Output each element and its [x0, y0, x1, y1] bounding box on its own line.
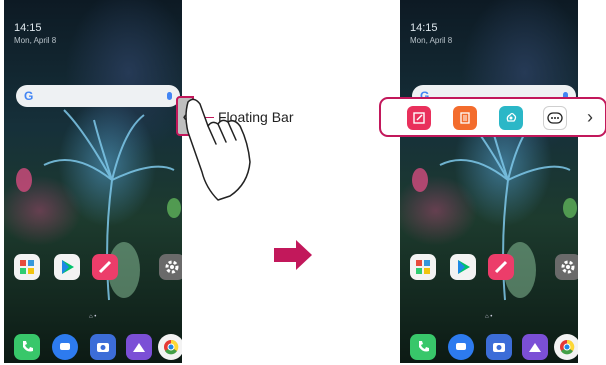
wallpaper-plant: [16, 109, 181, 301]
hand-swipe-illustration: [185, 98, 251, 201]
gallery-app-icon[interactable]: [522, 334, 548, 360]
floating-bar-panel: ›: [379, 97, 606, 137]
play-store-icon[interactable]: [450, 254, 476, 280]
chevron-right-icon[interactable]: ›: [587, 105, 593, 129]
memo-list-icon[interactable]: [453, 106, 477, 130]
messages-app-icon[interactable]: [448, 334, 474, 360]
chrome-app-icon[interactable]: [554, 334, 578, 360]
settings-icon[interactable]: [555, 254, 578, 280]
folder-app-icon[interactable]: [410, 254, 436, 280]
folder-app-icon[interactable]: [14, 254, 40, 280]
google-g-icon: G: [24, 89, 34, 103]
phone-screen-before: 14:15 Mon, April 8 G ⌂ •: [4, 0, 182, 363]
camera-app-icon[interactable]: [90, 334, 116, 360]
dock: [400, 334, 578, 363]
phone-screen-after: 14:15 Mon, April 8 G ⌂ •: [400, 0, 578, 363]
chrome-app-icon[interactable]: [158, 334, 182, 360]
edit-note-icon[interactable]: [407, 106, 431, 130]
status-clock: 14:15 Mon, April 8: [14, 22, 57, 45]
home-app-row: [4, 254, 182, 284]
status-clock: 14:15 Mon, April 8: [410, 22, 453, 45]
dock: [4, 334, 182, 363]
search-widget[interactable]: G: [16, 85, 180, 107]
pen-app-icon[interactable]: [488, 254, 514, 280]
play-store-icon[interactable]: [54, 254, 80, 280]
phone-app-icon[interactable]: [410, 334, 436, 360]
pen-app-icon[interactable]: [92, 254, 118, 280]
home-app-row: [400, 254, 578, 284]
camera-app-icon[interactable]: [486, 334, 512, 360]
capture-icon[interactable]: [499, 106, 523, 130]
phone-app-icon[interactable]: [14, 334, 40, 360]
wallpaper-plant: [412, 109, 577, 301]
arrow-right-icon: [274, 240, 312, 270]
page-indicator: ⌂ •: [89, 314, 97, 320]
page-indicator: ⌂ •: [485, 314, 493, 320]
more-icon[interactable]: [543, 106, 567, 130]
mic-icon[interactable]: [167, 92, 172, 100]
gallery-app-icon[interactable]: [126, 334, 152, 360]
settings-icon[interactable]: [159, 254, 182, 280]
messages-app-icon[interactable]: [52, 334, 78, 360]
